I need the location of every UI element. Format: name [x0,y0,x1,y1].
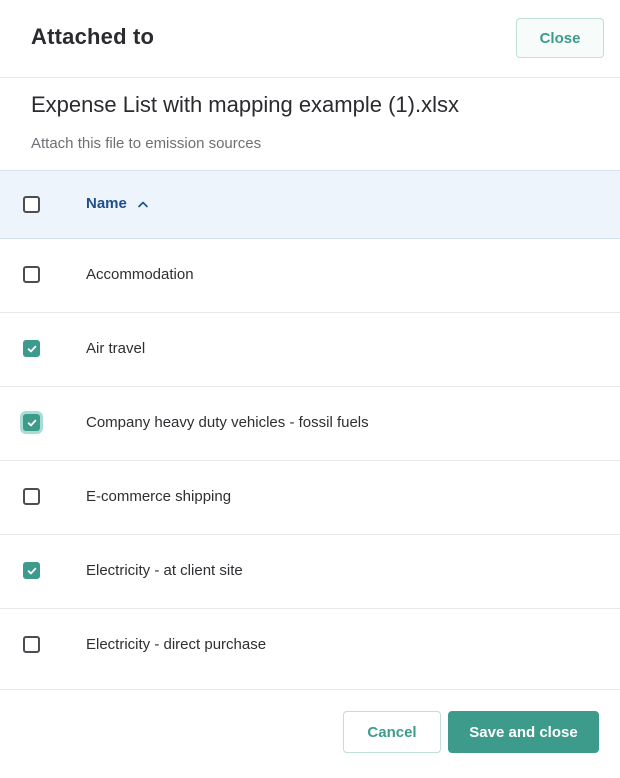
dialog-footer: Cancel Save and close [0,686,620,778]
cancel-button[interactable]: Cancel [343,711,441,753]
close-button[interactable]: Close [516,18,604,58]
table-row[interactable]: Electricity - at client site [0,535,620,609]
row-name: E-commerce shipping [86,488,232,505]
row-name: Accommodation [86,266,194,283]
emission-sources-table: Name Accommodation Air travel Company he… [0,170,620,690]
checkmark-icon [27,345,37,353]
table-header: Name [0,170,620,239]
dialog-subtitle: Attach this file to emission sources [31,135,262,152]
table-body: Accommodation Air travel Company heavy d… [0,239,620,690]
file-name: Expense List with mapping example (1).xl… [31,92,459,117]
dialog-header: Attached to Close [0,0,620,78]
table-row[interactable]: Air travel [0,313,620,387]
attach-dialog: Attached to Close Expense List with mapp… [0,0,620,778]
table-row[interactable]: E-commerce shipping [0,461,620,535]
row-name: Air travel [86,340,146,357]
row-checkbox[interactable] [23,636,40,653]
name-column-label: Name [86,195,127,212]
row-checkbox[interactable] [23,414,40,431]
row-name: Electricity - direct purchase [86,636,267,653]
table-row[interactable]: Company heavy duty vehicles - fossil fue… [0,387,620,461]
checkmark-icon [27,567,37,575]
row-name: Company heavy duty vehicles - fossil fue… [86,414,369,431]
row-checkbox[interactable] [23,266,40,283]
row-checkbox[interactable] [23,340,40,357]
name-column-header[interactable]: Name [86,195,149,212]
dialog-title: Attached to [31,24,155,49]
row-checkbox[interactable] [23,488,40,505]
row-checkbox[interactable] [23,562,40,579]
checkmark-icon [27,419,37,427]
table-row[interactable]: Electricity - direct purchase [0,609,620,690]
save-and-close-button[interactable]: Save and close [448,711,599,753]
select-all-checkbox[interactable] [23,196,40,213]
chevron-up-icon [137,195,149,212]
row-name: Electricity - at client site [86,562,243,579]
table-row[interactable]: Accommodation [0,239,620,313]
